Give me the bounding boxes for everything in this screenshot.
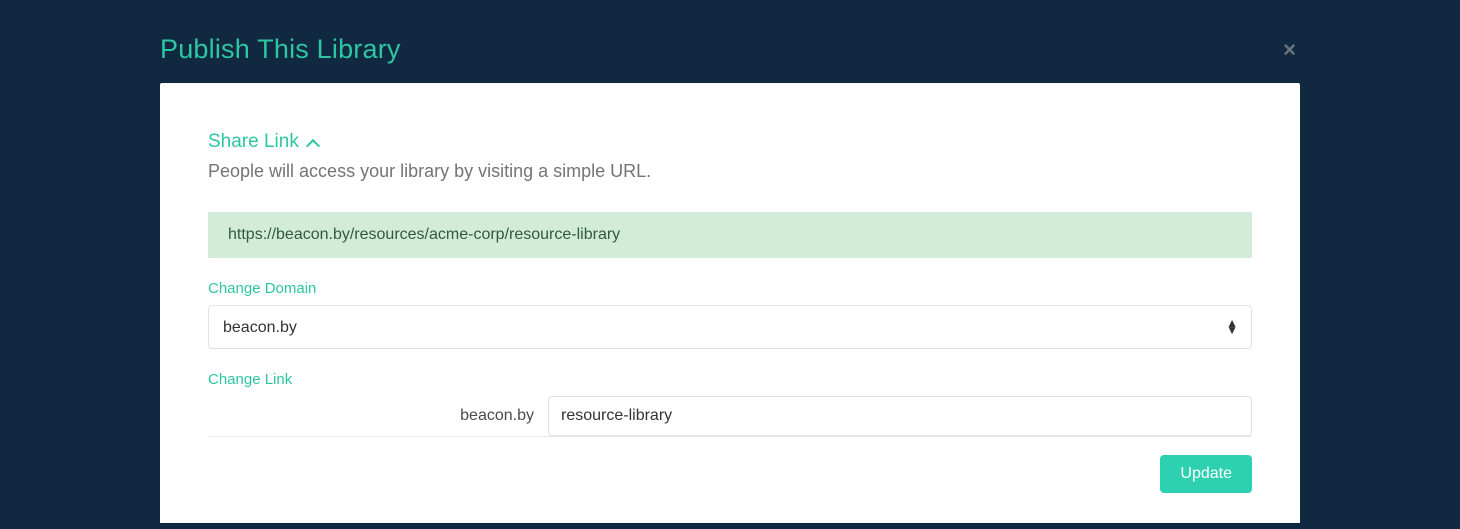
link-row: beacon.by — [208, 396, 1252, 437]
modal-header: Publish This Library × — [160, 34, 1300, 83]
close-button[interactable]: × — [1279, 39, 1300, 61]
modal-title: Publish This Library — [160, 34, 401, 65]
link-prefix: beacon.by — [208, 396, 548, 436]
change-link-label: Change Link — [208, 371, 1252, 388]
modal-body: Share Link People will access your libra… — [160, 83, 1300, 523]
domain-select[interactable]: beacon.by — [208, 305, 1252, 349]
share-url-display[interactable]: https://beacon.by/resources/acme-corp/re… — [208, 212, 1252, 258]
share-link-heading: Share Link — [208, 131, 299, 153]
change-domain-label: Change Domain — [208, 280, 1252, 297]
chevron-up-icon — [307, 138, 319, 150]
actions-row: Update — [208, 455, 1252, 493]
share-link-toggle[interactable]: Share Link — [208, 131, 1252, 153]
publish-modal: Publish This Library × Share Link People… — [160, 0, 1300, 523]
update-button[interactable]: Update — [1160, 455, 1252, 493]
close-icon: × — [1283, 37, 1296, 62]
link-slug-input[interactable] — [548, 396, 1252, 436]
domain-select-wrap: beacon.by ▲▼ — [208, 305, 1252, 349]
share-link-description: People will access your library by visit… — [208, 161, 1252, 182]
